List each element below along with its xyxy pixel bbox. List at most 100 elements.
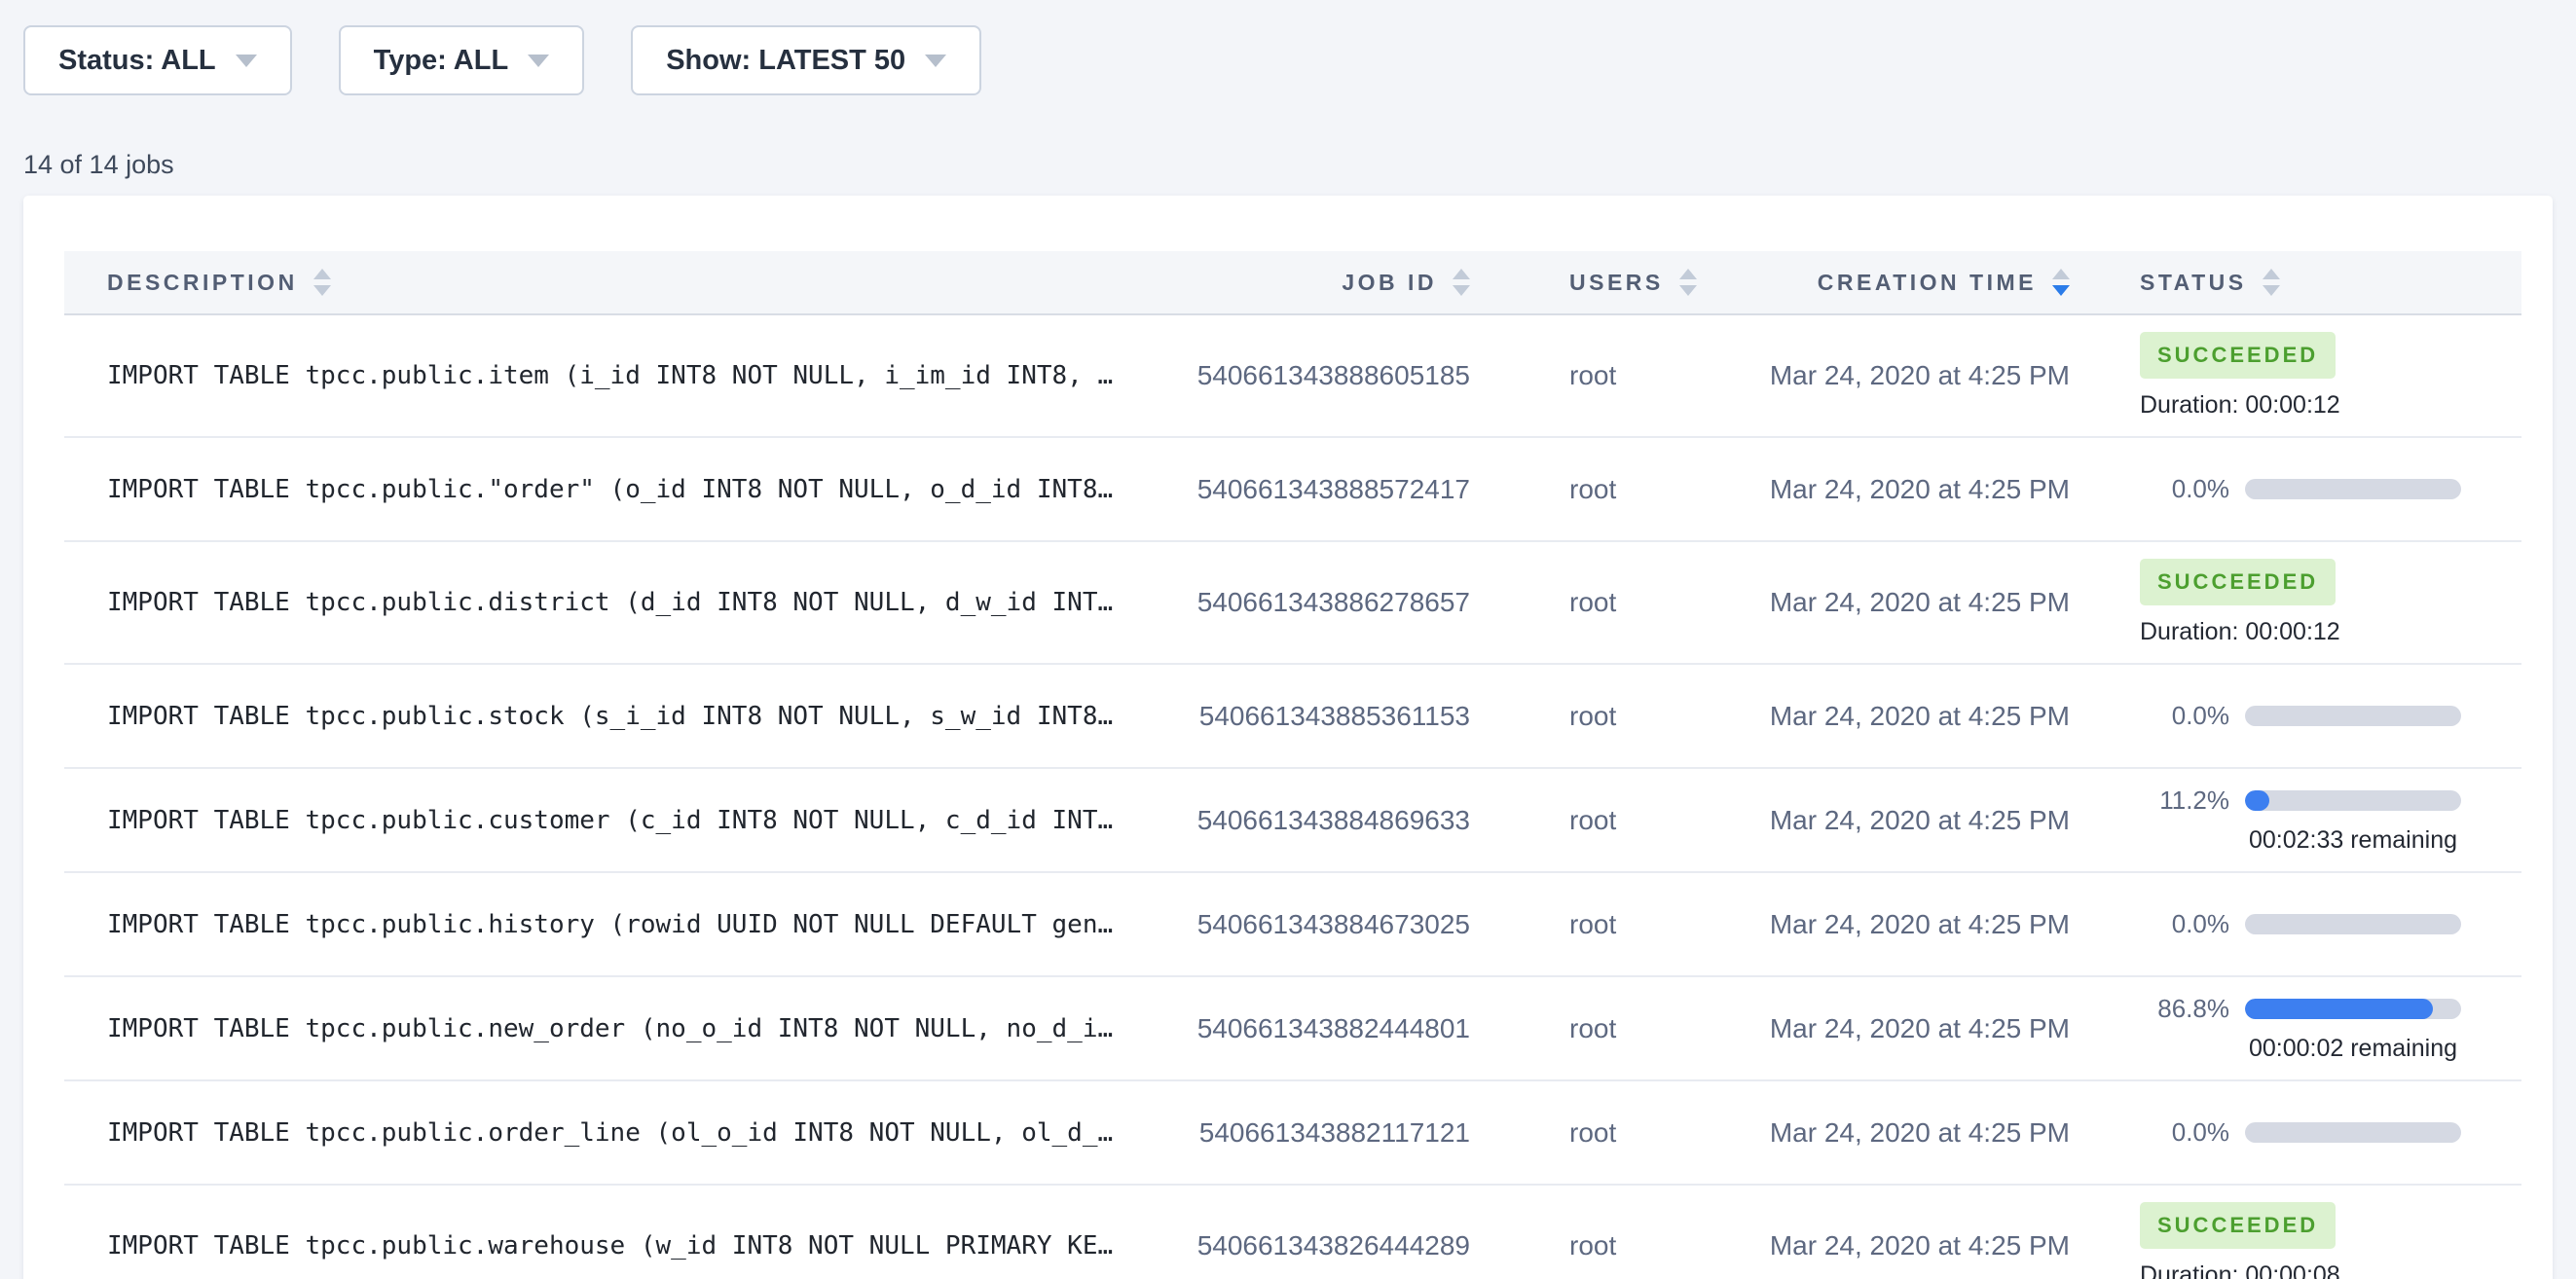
job-id: 540661343826444289 — [1197, 1230, 1470, 1261]
chevron-down-icon — [925, 55, 946, 67]
sort-desc-icon — [1679, 285, 1697, 296]
job-description[interactable]: IMPORT TABLE tpcc.public."order" (o_id I… — [107, 475, 1113, 504]
time-remaining: 00:00:02 remaining — [2245, 1035, 2461, 1063]
job-id: 540661343884673025 — [1197, 909, 1470, 940]
column-header-label: JOB ID — [1342, 270, 1437, 296]
sort-asc-icon — [2052, 269, 2070, 279]
job-user: root — [1569, 909, 1616, 940]
column-header-label: DESCRIPTION — [107, 270, 298, 296]
job-duration: Duration: 00:00:12 — [2140, 391, 2340, 420]
sort-arrows — [1679, 269, 1697, 296]
table-row: IMPORT TABLE tpcc.public.stock (s_i_id I… — [64, 665, 2521, 769]
progress-bar — [2245, 790, 2461, 811]
sort-arrows — [1453, 269, 1470, 296]
job-id: 540661343882444801 — [1197, 1013, 1470, 1044]
sort-arrows — [313, 269, 331, 296]
table-row: IMPORT TABLE tpcc.public."order" (o_id I… — [64, 438, 2521, 542]
column-header-job-id[interactable]: JOB ID — [1143, 269, 1470, 296]
progress-bar — [2245, 479, 2461, 499]
table-row: IMPORT TABLE tpcc.public.district (d_id … — [64, 542, 2521, 665]
column-header-label: STATUS — [2140, 270, 2247, 296]
column-header-label: CREATION TIME — [1818, 270, 2037, 296]
progress-percent: 0.0% — [2140, 909, 2229, 939]
progress-percent: 0.0% — [2140, 474, 2229, 504]
table-row: IMPORT TABLE tpcc.public.customer (c_id … — [64, 769, 2521, 873]
progress-percent: 0.0% — [2140, 1117, 2229, 1148]
job-creation-time: Mar 24, 2020 at 4:25 PM — [1770, 587, 2070, 618]
job-creation-time: Mar 24, 2020 at 4:25 PM — [1770, 360, 2070, 391]
table-row: IMPORT TABLE tpcc.public.history (rowid … — [64, 873, 2521, 977]
sort-asc-icon — [1453, 269, 1470, 279]
job-creation-time: Mar 24, 2020 at 4:25 PM — [1770, 1013, 2070, 1044]
table-row: IMPORT TABLE tpcc.public.order_line (ol_… — [64, 1081, 2521, 1186]
job-creation-time: Mar 24, 2020 at 4:25 PM — [1770, 701, 2070, 732]
sort-desc-icon — [1453, 285, 1470, 296]
progress-bar — [2245, 706, 2461, 726]
job-user: root — [1569, 474, 1616, 505]
column-header-users[interactable]: USERS — [1470, 269, 1737, 296]
job-user: root — [1569, 587, 1616, 618]
filters-row: Status: ALL Type: ALL Show: LATEST 50 — [23, 25, 2553, 95]
sort-arrows — [2263, 269, 2280, 296]
jobs-count-summary: 14 of 14 jobs — [23, 150, 2553, 180]
sort-desc-icon — [2263, 285, 2280, 296]
job-description[interactable]: IMPORT TABLE tpcc.public.item (i_id INT8… — [107, 361, 1113, 390]
column-header-creation-time[interactable]: CREATION TIME — [1737, 269, 2070, 296]
progress-bar — [2245, 999, 2461, 1019]
job-creation-time: Mar 24, 2020 at 4:25 PM — [1770, 474, 2070, 505]
job-creation-time: Mar 24, 2020 at 4:25 PM — [1770, 909, 2070, 940]
job-id: 540661343882117121 — [1199, 1117, 1470, 1149]
progress-bar — [2245, 1122, 2461, 1143]
job-description[interactable]: IMPORT TABLE tpcc.public.customer (c_id … — [107, 806, 1113, 835]
table-row: IMPORT TABLE tpcc.public.new_order (no_o… — [64, 977, 2521, 1081]
column-header-label: USERS — [1569, 270, 1664, 296]
table-header-row: DESCRIPTION JOB ID USERS CREATION TIME STATU… — [64, 251, 2521, 315]
status-badge: SUCCEEDED — [2140, 1202, 2336, 1249]
job-id: 540661343884869633 — [1197, 805, 1470, 836]
sort-arrows — [2052, 269, 2070, 296]
jobs-table-card: DESCRIPTION JOB ID USERS CREATION TIME STATU… — [23, 196, 2553, 1279]
chevron-down-icon — [528, 55, 549, 67]
job-id: 540661343885361153 — [1199, 701, 1470, 732]
jobs-page: Status: ALL Type: ALL Show: LATEST 50 14… — [0, 0, 2576, 1279]
job-id: 540661343888572417 — [1197, 474, 1470, 505]
job-user: root — [1569, 1117, 1616, 1149]
job-description[interactable]: IMPORT TABLE tpcc.public.warehouse (w_id… — [107, 1231, 1113, 1261]
job-duration: Duration: 00:00:08 — [2140, 1261, 2340, 1279]
sort-asc-icon — [313, 269, 331, 279]
job-user: root — [1569, 1013, 1616, 1044]
job-description[interactable]: IMPORT TABLE tpcc.public.stock (s_i_id I… — [107, 702, 1113, 731]
job-user: root — [1569, 360, 1616, 391]
job-description[interactable]: IMPORT TABLE tpcc.public.district (d_id … — [107, 588, 1113, 617]
status-badge: SUCCEEDED — [2140, 559, 2336, 605]
job-creation-time: Mar 24, 2020 at 4:25 PM — [1770, 1230, 2070, 1261]
job-description[interactable]: IMPORT TABLE tpcc.public.order_line (ol_… — [107, 1118, 1113, 1148]
sort-asc-icon — [1679, 269, 1697, 279]
job-description[interactable]: IMPORT TABLE tpcc.public.new_order (no_o… — [107, 1014, 1113, 1043]
job-user: root — [1569, 701, 1616, 732]
job-creation-time: Mar 24, 2020 at 4:25 PM — [1770, 805, 2070, 836]
job-id: 540661343886278657 — [1197, 587, 1470, 618]
column-header-status[interactable]: STATUS — [2070, 269, 2521, 296]
sort-desc-icon — [313, 285, 331, 296]
job-duration: Duration: 00:00:12 — [2140, 618, 2340, 646]
show-filter-label: Show: LATEST 50 — [666, 45, 905, 77]
column-header-description[interactable]: DESCRIPTION — [64, 269, 1143, 296]
table-row: IMPORT TABLE tpcc.public.item (i_id INT8… — [64, 315, 2521, 438]
progress-percent: 0.0% — [2140, 701, 2229, 731]
progress-bar — [2245, 914, 2461, 934]
progress-percent: 86.8% — [2140, 994, 2229, 1024]
time-remaining: 00:02:33 remaining — [2245, 826, 2461, 855]
job-id: 540661343888605185 — [1197, 360, 1470, 391]
table-body: IMPORT TABLE tpcc.public.item (i_id INT8… — [64, 315, 2521, 1279]
job-user: root — [1569, 1230, 1616, 1261]
job-description[interactable]: IMPORT TABLE tpcc.public.history (rowid … — [107, 910, 1113, 939]
show-filter-dropdown[interactable]: Show: LATEST 50 — [631, 25, 981, 95]
job-user: root — [1569, 805, 1616, 836]
status-badge: SUCCEEDED — [2140, 332, 2336, 379]
status-filter-dropdown[interactable]: Status: ALL — [23, 25, 292, 95]
type-filter-dropdown[interactable]: Type: ALL — [339, 25, 585, 95]
sort-asc-icon — [2263, 269, 2280, 279]
sort-desc-icon — [2052, 285, 2070, 296]
type-filter-label: Type: ALL — [374, 45, 509, 77]
